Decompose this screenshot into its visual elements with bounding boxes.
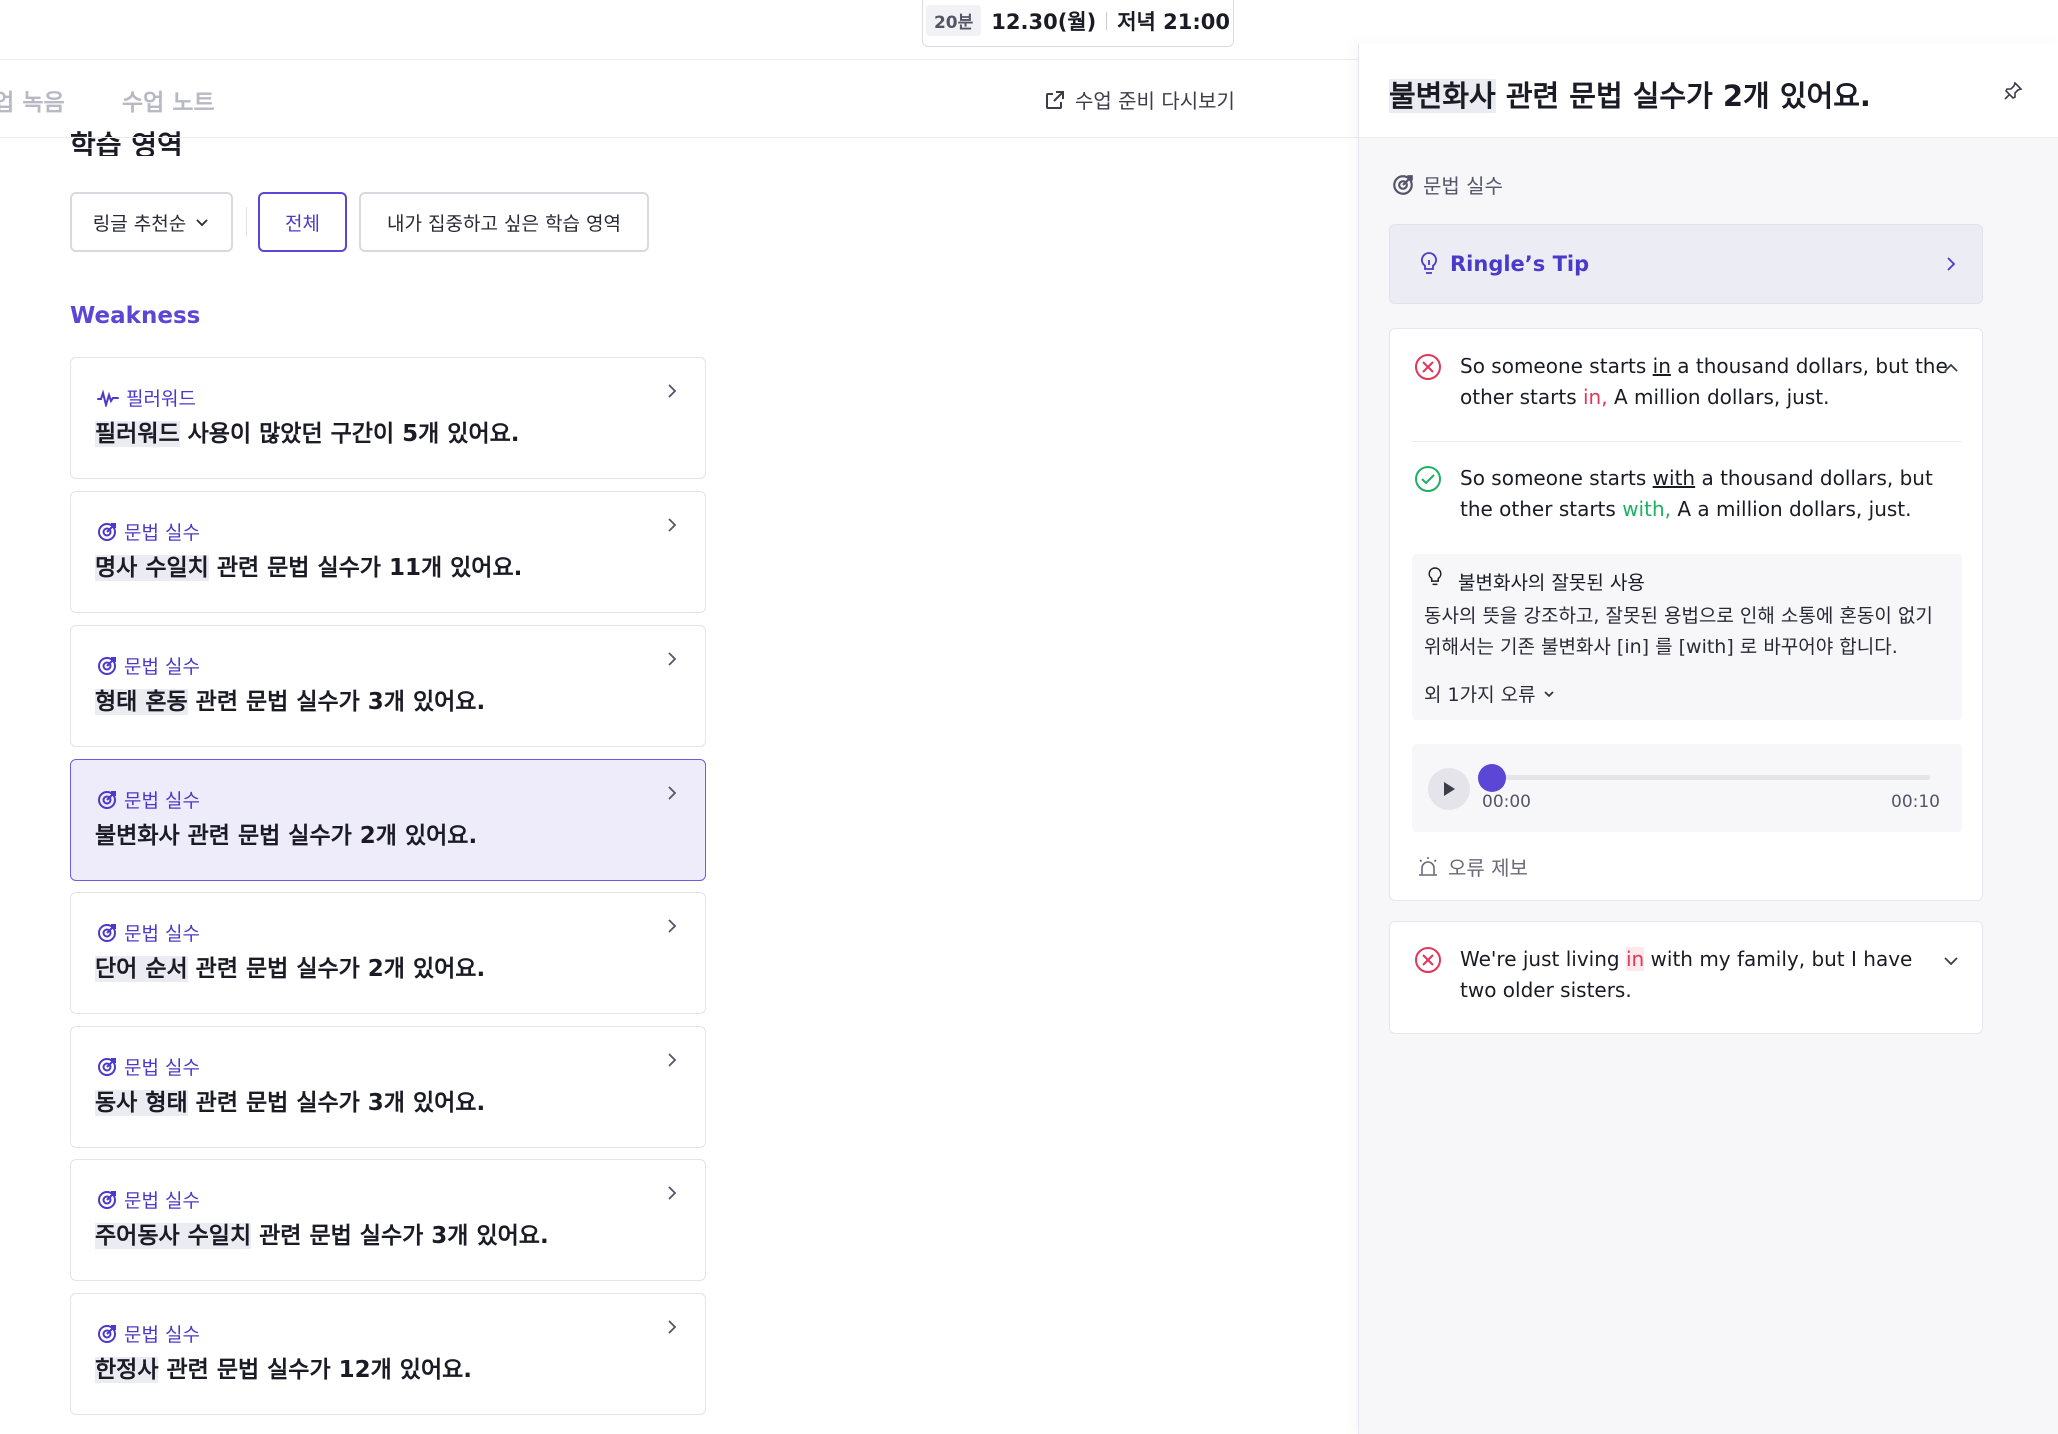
session-info: 20분 12.30(월) 저녁 21:00: [922, 0, 1234, 47]
panel-category: 문법 실수: [1391, 170, 1503, 199]
chevron-right-icon: [668, 518, 677, 532]
error-card-collapsed[interactable]: We're just living in with my family, but…: [1389, 921, 1983, 1034]
card-title: 형태 혼동 관련 문법 실수가 3개 있어요.: [95, 689, 486, 715]
wrong-sentence: We're just living in with my family, but…: [1460, 947, 1913, 1002]
pin-icon[interactable]: [2003, 81, 2023, 101]
weakness-card[interactable]: 문법 실수 단어 순서 관련 문법 실수가 2개 있어요.: [70, 892, 706, 1014]
wrong-sentence: So someone starts in a thousand dollars,…: [1460, 354, 1948, 409]
review-prep-label: 수업 준비 다시보기: [1075, 89, 1235, 113]
error-x-icon: [1415, 354, 1441, 380]
weakness-card-selected[interactable]: 문법 실수 불변화사 관련 문법 실수가 2개 있어요.: [70, 759, 706, 881]
sort-label: 링글 추천순: [92, 212, 187, 235]
chevron-right-icon: [1947, 257, 1956, 271]
divider: [0, 137, 1360, 138]
card-category: 문법 실수: [96, 1186, 200, 1213]
weakness-card[interactable]: 필러워드 필러워드 사용이 많았던 구간이 5개 있어요.: [70, 357, 706, 479]
sort-dropdown[interactable]: 링글 추천순: [70, 192, 233, 252]
weakness-card[interactable]: 문법 실수 명사 수일치 관련 문법 실수가 11개 있어요.: [70, 491, 706, 613]
explanation-text: 동사의 뜻을 강조하고, 잘못된 용법으로 인해 소통에 혼동이 없기 위해서는…: [1424, 605, 1933, 658]
card-category: 문법 실수: [96, 652, 200, 679]
card-title: 한정사 관련 문법 실수가 12개 있어요.: [95, 1357, 473, 1383]
chevron-right-icon: [668, 919, 677, 933]
check-circle-icon: [1415, 466, 1441, 492]
explanation-title: 불변화사의 잘못된 사용: [1458, 572, 1645, 594]
chevron-down-icon: [1944, 957, 1958, 966]
review-prep-link[interactable]: 수업 준비 다시보기: [1043, 85, 1235, 114]
explanation-box: 불변화사의 잘못된 사용 동사의 뜻을 강조하고, 잘못된 용법으로 인해 소통…: [1412, 554, 1962, 720]
card-category: 문법 실수: [96, 518, 200, 545]
correct-sentence: So someone starts with a thousand dollar…: [1460, 466, 1933, 521]
chevron-right-icon: [668, 1320, 677, 1334]
target-icon: [98, 1324, 116, 1343]
tip-label: Ringle’s Tip: [1450, 252, 1590, 276]
panel-header: 불변화사 관련 문법 실수가 2개 있어요.: [1359, 43, 2058, 138]
audio-player: 00:00 00:10: [1412, 744, 1962, 832]
chevron-down-icon: [1544, 690, 1554, 697]
divider: [246, 207, 247, 237]
card-category: 문법 실수: [96, 1320, 200, 1347]
chevron-down-icon: [196, 219, 208, 227]
weakness-card[interactable]: 문법 실수 형태 혼동 관련 문법 실수가 3개 있어요.: [70, 625, 706, 747]
chevron-up-icon[interactable]: [1942, 361, 1960, 375]
tab-recording[interactable]: 수업 녹음: [0, 83, 65, 117]
lightbulb-icon: [1421, 252, 1437, 274]
section-title: 학습 영역: [70, 129, 183, 156]
target-icon: [98, 1057, 116, 1076]
target-icon: [98, 656, 116, 675]
card-title: 명사 수일치 관련 문법 실수가 11개 있어요.: [95, 555, 523, 581]
total-time: 00:10: [1891, 792, 1940, 812]
divider: [1412, 441, 1962, 442]
lightbulb-icon: [1428, 567, 1442, 586]
audio-progress-knob[interactable]: [1478, 764, 1506, 792]
siren-icon: [1419, 856, 1437, 876]
weakness-card[interactable]: 문법 실수 주어동사 수일치 관련 문법 실수가 3개 있어요.: [70, 1159, 706, 1281]
weakness-card[interactable]: 문법 실수 한정사 관련 문법 실수가 12개 있어요.: [70, 1293, 706, 1415]
error-x-icon: [1415, 947, 1441, 973]
card-title: 불변화사 관련 문법 실수가 2개 있어요.: [95, 823, 478, 849]
detail-panel: 불변화사 관련 문법 실수가 2개 있어요. 문법 실수 Ringle’s Ti…: [1358, 43, 2058, 1434]
current-time: 00:00: [1482, 792, 1531, 812]
card-title: 주어동사 수일치 관련 문법 실수가 3개 있어요.: [95, 1223, 549, 1249]
divider: [0, 59, 1360, 60]
card-category: 필러워드: [96, 384, 196, 411]
chevron-right-icon: [668, 1186, 677, 1200]
chevron-right-icon: [668, 786, 677, 800]
tab-notes[interactable]: 수업 노트: [122, 83, 215, 117]
target-icon: [98, 1190, 116, 1209]
audio-progress-track[interactable]: [1484, 775, 1930, 780]
chevron-right-icon: [668, 652, 677, 666]
card-title: 동사 형태 관련 문법 실수가 3개 있어요.: [95, 1090, 486, 1116]
play-button[interactable]: [1428, 768, 1470, 810]
weakness-card[interactable]: 문법 실수 동사 형태 관련 문법 실수가 3개 있어요.: [70, 1026, 706, 1148]
report-error-button[interactable]: 오류 제보: [1416, 852, 1528, 881]
session-duration: 20분: [925, 5, 982, 36]
play-icon: [1444, 782, 1455, 796]
external-link-icon: [1046, 90, 1064, 109]
session-time: 저녁 21:00: [1117, 9, 1231, 34]
chevron-right-icon: [668, 384, 677, 398]
panel-title: 불변화사 관련 문법 실수가 2개 있어요.: [1389, 79, 1871, 113]
card-title: 필러워드 사용이 많았던 구간이 5개 있어요.: [95, 421, 520, 447]
more-errors-toggle[interactable]: 외 1가지 오류: [1424, 680, 1556, 707]
filter-focus-button[interactable]: 내가 집중하고 싶은 학습 영역: [359, 192, 649, 252]
card-category: 문법 실수: [96, 919, 200, 946]
weakness-heading: Weakness: [70, 303, 201, 329]
waveform-icon: [97, 388, 119, 407]
card-title: 단어 순서 관련 문법 실수가 2개 있어요.: [95, 956, 486, 982]
session-date: 12.30(월): [991, 9, 1097, 34]
filter-all-button[interactable]: 전체: [258, 192, 347, 252]
divider: [1106, 11, 1108, 30]
ringle-tip-button[interactable]: Ringle’s Tip: [1389, 224, 1983, 304]
target-icon: [98, 522, 116, 541]
target-icon: [1393, 174, 1413, 195]
error-card-expanded: So someone starts in a thousand dollars,…: [1389, 328, 1983, 901]
card-category: 문법 실수: [96, 1053, 200, 1080]
target-icon: [98, 923, 116, 942]
card-category: 문법 실수: [96, 786, 200, 813]
target-icon: [98, 790, 116, 809]
chevron-right-icon: [668, 1053, 677, 1067]
